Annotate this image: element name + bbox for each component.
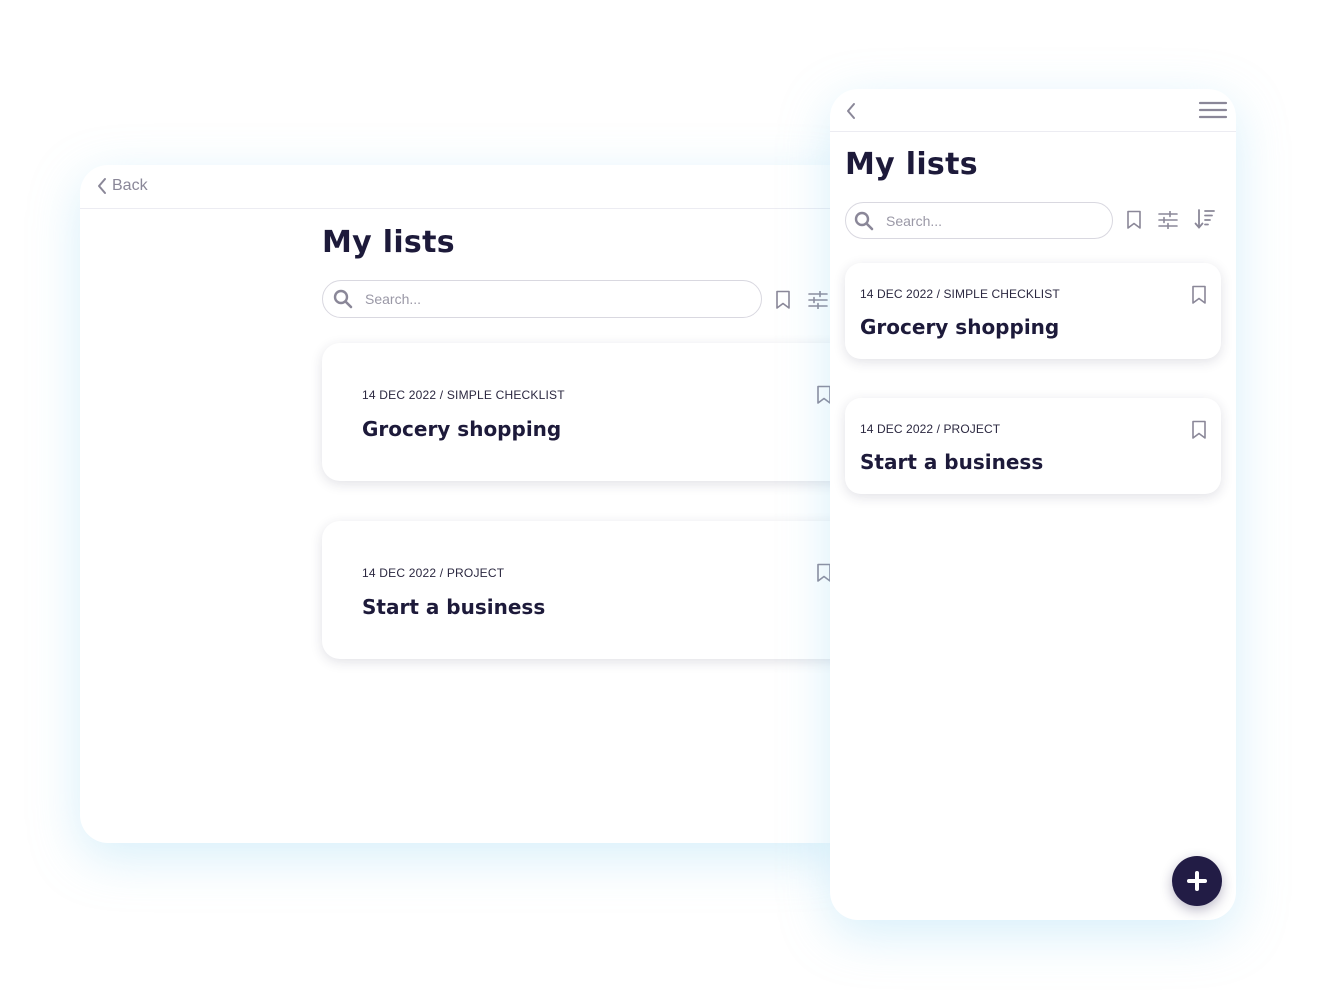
back-label: Back (112, 177, 148, 194)
list-card[interactable]: 14 DEC 2022 / SIMPLE CHECKLIST Grocery s… (845, 263, 1221, 359)
desktop-window: Back My lists 14 DEC 2022 / SIMPLE CHECK… (80, 165, 840, 843)
page-title: My lists (845, 147, 978, 182)
hamburger-menu-icon[interactable] (1198, 101, 1228, 119)
bookmark-icon[interactable] (1191, 285, 1207, 305)
bookmark-filter-icon[interactable] (1126, 210, 1142, 230)
filter-sliders-icon[interactable] (808, 291, 828, 309)
list-card-meta: 14 DEC 2022 / PROJECT (362, 566, 505, 580)
add-list-button[interactable] (1172, 856, 1222, 906)
list-card[interactable]: 14 DEC 2022 / PROJECT Start a business (845, 398, 1221, 494)
list-card-title: Start a business (860, 450, 1044, 474)
list-card-meta: 14 DEC 2022 / SIMPLE CHECKLIST (362, 388, 565, 402)
mobile-window: My lists 14 DEC 2022 / SIMPL (830, 89, 1236, 920)
chevron-left-icon (98, 178, 106, 194)
search-icon (854, 211, 874, 230)
search-input[interactable] (363, 290, 706, 308)
search-input[interactable] (884, 211, 1091, 230)
page-title: My lists (322, 225, 455, 260)
search-bar[interactable] (845, 202, 1113, 239)
filter-sliders-icon[interactable] (1158, 211, 1178, 229)
bookmark-filter-icon[interactable] (775, 290, 791, 310)
plus-icon (1187, 871, 1207, 891)
list-card-meta: 14 DEC 2022 / SIMPLE CHECKLIST (860, 287, 1060, 301)
list-card[interactable]: 14 DEC 2022 / PROJECT Start a business (322, 521, 840, 659)
list-card-title: Grocery shopping (362, 417, 562, 441)
sort-icon[interactable] (1194, 208, 1216, 230)
list-card-meta: 14 DEC 2022 / PROJECT (860, 422, 1001, 436)
search-bar[interactable] (322, 280, 762, 318)
chevron-left-icon[interactable] (844, 101, 858, 121)
mobile-topbar (830, 89, 1236, 132)
desktop-topbar: Back (80, 165, 840, 209)
list-card[interactable]: 14 DEC 2022 / SIMPLE CHECKLIST Grocery s… (322, 343, 840, 481)
back-button[interactable]: Back (96, 177, 148, 195)
list-card-title: Grocery shopping (860, 315, 1060, 339)
search-icon (333, 289, 353, 309)
list-card-title: Start a business (362, 595, 546, 619)
bookmark-icon[interactable] (1191, 420, 1207, 440)
